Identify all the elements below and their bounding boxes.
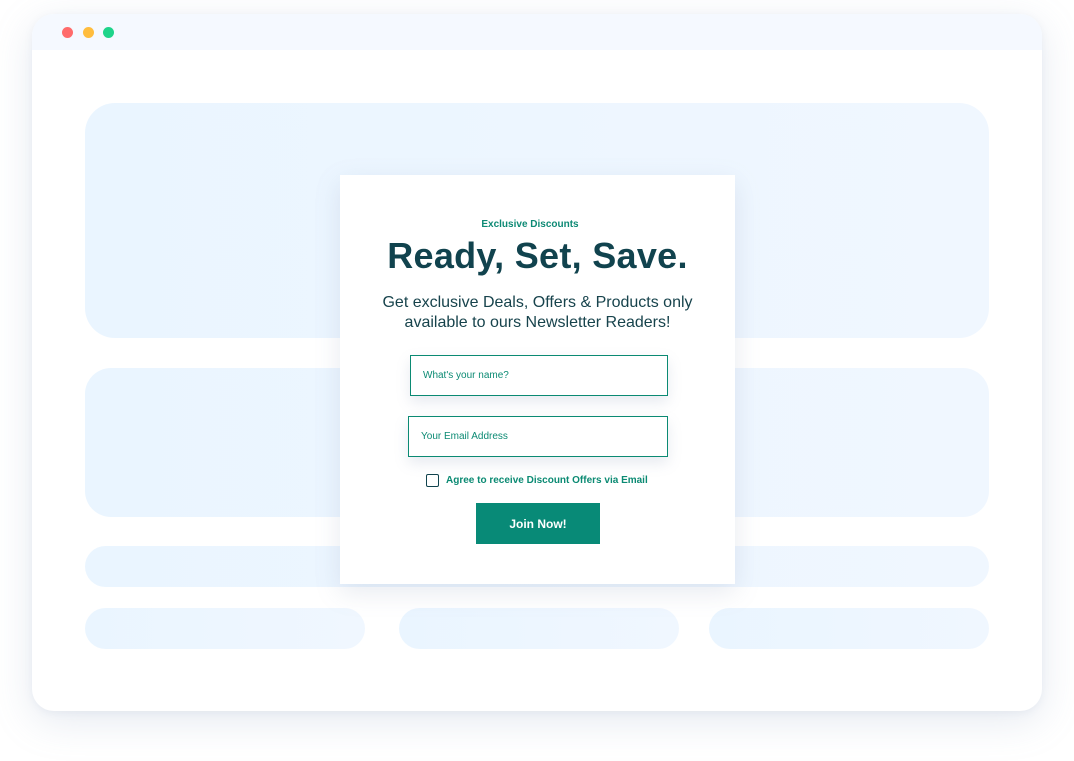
browser-window: Exclusive Discounts Ready, Set, Save. Ge…	[32, 14, 1042, 711]
popup-subtext: Get exclusive Deals, Offers & Products o…	[382, 294, 693, 331]
window-titlebar	[32, 14, 1042, 50]
email-input[interactable]	[409, 417, 667, 456]
minimize-window-dot[interactable]	[83, 27, 94, 38]
name-field	[410, 355, 668, 396]
join-now-button[interactable]: Join Now!	[476, 503, 600, 544]
popup-eyebrow: Exclusive Discounts	[481, 219, 579, 230]
email-field	[408, 416, 668, 457]
name-input[interactable]	[411, 356, 667, 395]
newsletter-popup: Exclusive Discounts Ready, Set, Save. Ge…	[340, 175, 735, 584]
popup-headline: Ready, Set, Save.	[387, 235, 688, 276]
agree-label: Agree to receive Discount Offers via Ema…	[446, 474, 648, 486]
close-window-dot[interactable]	[62, 27, 73, 38]
placeholder-pill-2	[399, 608, 679, 649]
maximize-window-dot[interactable]	[103, 27, 114, 38]
agree-checkbox[interactable]	[426, 473, 439, 487]
placeholder-pill-1	[85, 608, 365, 649]
agree-checkbox-row[interactable]: Agree to receive Discount Offers via Ema…	[426, 473, 648, 487]
placeholder-pill-3	[709, 608, 989, 649]
